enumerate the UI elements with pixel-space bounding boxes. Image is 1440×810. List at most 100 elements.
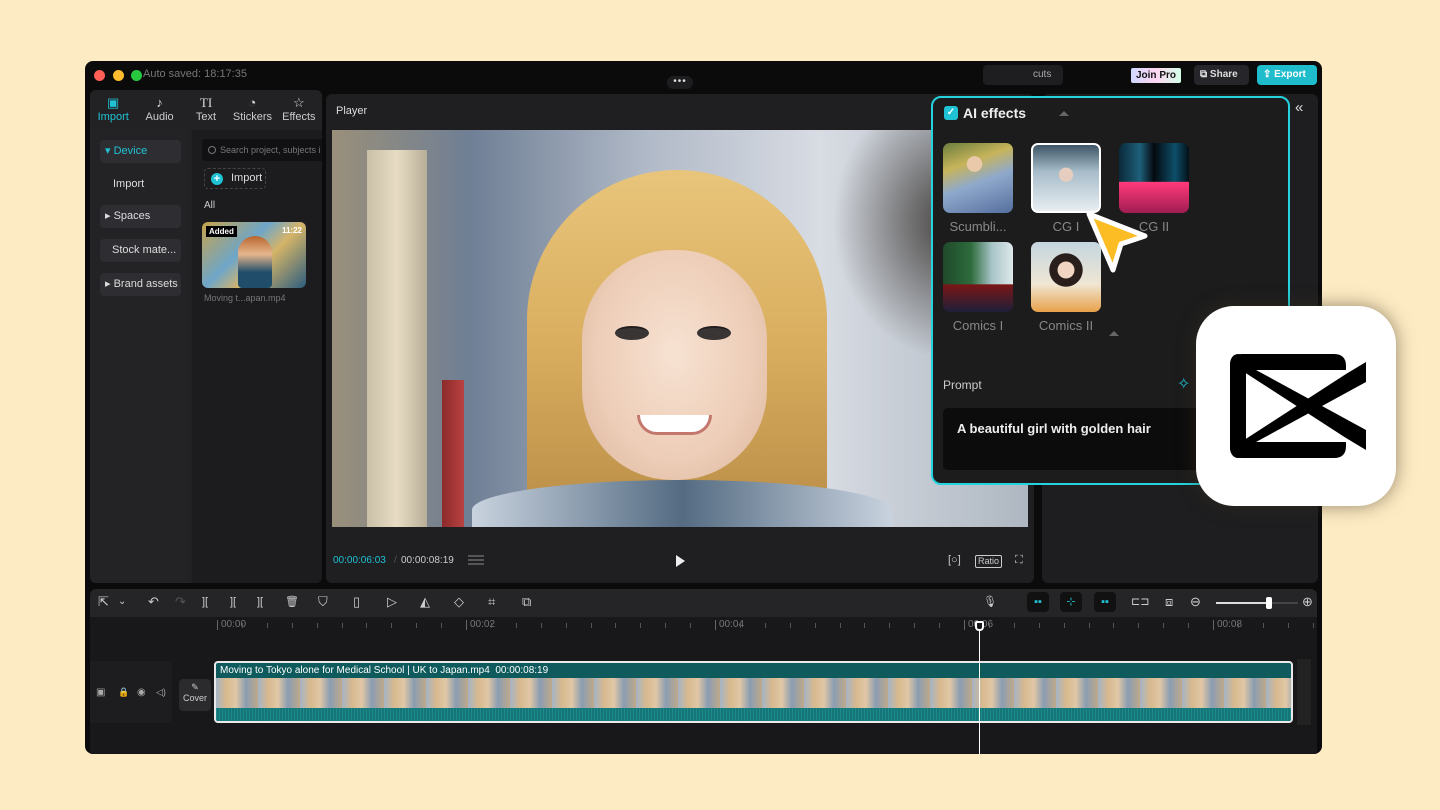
- split-icon[interactable]: ][: [202, 595, 208, 609]
- source-sidebar: ▾ Device Import ▸ Spaces Stock mate... ▸…: [90, 130, 187, 583]
- track-video-icon[interactable]: ▣: [96, 687, 105, 698]
- undo-icon[interactable]: ↶: [148, 595, 159, 609]
- select-dropdown-icon[interactable]: ⌄: [118, 595, 126, 609]
- playhead-handle[interactable]: [975, 621, 984, 631]
- mouse-pointer-icon: [1086, 211, 1148, 273]
- timeline-scroll-area[interactable]: [1297, 659, 1311, 725]
- microphone-icon[interactable]: 🎙: [983, 595, 997, 609]
- ruler-tick: [291, 623, 293, 628]
- split-preview-icon[interactable]: ⊏⊐: [1131, 595, 1149, 609]
- capcut-logo: [1196, 306, 1396, 506]
- zoom-in-icon[interactable]: ⊕: [1302, 595, 1313, 609]
- tab-import[interactable]: ▣ Import: [90, 90, 136, 128]
- redo-icon[interactable]: ↷: [175, 595, 186, 609]
- ruler-tick: [739, 623, 741, 628]
- video-clip[interactable]: Moving to Tokyo alone for Medical School…: [214, 661, 1293, 723]
- minimize-window-button[interactable]: [113, 70, 124, 81]
- play-button[interactable]: [676, 555, 685, 567]
- search-icon: [208, 146, 216, 154]
- ruler-tick: [366, 623, 368, 628]
- ratio-button[interactable]: Ratio: [975, 555, 1003, 568]
- tab-stickers[interactable]: ◔ Stickers: [229, 90, 275, 128]
- tab-effects[interactable]: ☆ Effects: [276, 90, 322, 128]
- sidebar-item-brand-assets[interactable]: ▸ Brand assets: [100, 273, 181, 296]
- close-window-button[interactable]: [94, 70, 105, 81]
- rotate-icon[interactable]: ◇: [454, 595, 464, 609]
- video-preview[interactable]: [332, 130, 1028, 527]
- preview-timeline-icon[interactable]: ⧈: [1165, 595, 1173, 609]
- sidebar-item-spaces[interactable]: ▸ Spaces: [100, 205, 181, 228]
- search-placeholder: Search project, subjects i: [220, 145, 321, 155]
- ruler-tick: [914, 623, 916, 628]
- tab-label: Stickers: [232, 111, 272, 123]
- collapse-caret-icon[interactable]: [1059, 111, 1069, 116]
- subject-right-eye: [697, 326, 731, 340]
- auto-snap-icon[interactable]: ⊹: [1060, 592, 1082, 612]
- more-options-button[interactable]: •••: [667, 76, 693, 89]
- ai-effects-title: AI effects: [963, 105, 1027, 121]
- ai-effects-header[interactable]: ✓ AI effects: [944, 105, 1026, 121]
- tab-audio[interactable]: ♪ Audio: [136, 90, 182, 128]
- sparkle-ai-icon[interactable]: ✧: [1177, 374, 1190, 394]
- maximize-window-button[interactable]: [131, 70, 142, 81]
- fullscreen-icon[interactable]: ⛶: [1015, 554, 1023, 567]
- effect-label: Comics I: [952, 318, 1004, 333]
- linkage-icon[interactable]: ▪▪: [1094, 592, 1116, 612]
- effect-scumbling[interactable]: Scumbli...: [943, 143, 1013, 234]
- ruler-tick: [839, 623, 841, 628]
- freeze-icon[interactable]: ▯: [353, 595, 360, 609]
- timeline-zoom-slider[interactable]: [1216, 597, 1298, 609]
- select-tool-icon[interactable]: ⇱: [98, 595, 109, 609]
- ai-effects-checkbox[interactable]: ✓: [944, 106, 958, 120]
- tab-label: Audio: [145, 111, 174, 123]
- plus-icon: +: [211, 173, 223, 185]
- edit-pencil-icon: ✎: [191, 682, 199, 692]
- main-track-magnet-icon[interactable]: ▪▪: [1027, 592, 1049, 612]
- timecode-grid-icon[interactable]: [468, 555, 484, 567]
- track-header: ▣ 🔒 ◉ ◁): [90, 661, 172, 723]
- search-input[interactable]: Search project, subjects i: [202, 139, 322, 161]
- tab-text[interactable]: TI Text: [183, 90, 229, 128]
- export-label: Export: [1274, 69, 1306, 80]
- cover-label: Cover: [182, 693, 207, 703]
- zoom-out-icon[interactable]: ⊖: [1190, 595, 1201, 609]
- sidebar-item-stock-materials[interactable]: Stock mate...: [100, 239, 181, 262]
- speed-icon[interactable]: ▷: [387, 595, 397, 609]
- crop-icon[interactable]: ⌗: [488, 595, 495, 609]
- delete-icon[interactable]: 🗑: [285, 595, 299, 609]
- ruler-tick: [1163, 623, 1165, 628]
- sidebar-item-device[interactable]: ▾ Device: [100, 140, 181, 163]
- export-button[interactable]: ⇪ Export: [1257, 65, 1317, 85]
- split-left-icon[interactable]: ][: [230, 595, 236, 609]
- cover-button[interactable]: ✎ Cover: [179, 679, 211, 711]
- collapse-effects-caret-icon[interactable]: [1109, 331, 1119, 336]
- ruler-tick: [590, 623, 592, 628]
- marker-icon[interactable]: ⛉: [318, 595, 328, 609]
- collapse-panel-icon[interactable]: «: [1295, 99, 1303, 116]
- remove-background-icon[interactable]: ⧉: [522, 595, 531, 609]
- media-thumbnail[interactable]: Added 11:22: [202, 222, 306, 288]
- background-red-pole: [442, 380, 464, 527]
- visibility-eye-icon[interactable]: ◉: [137, 687, 146, 698]
- ruler-tick: [1188, 623, 1190, 628]
- sidebar-item-import[interactable]: Import: [100, 173, 181, 196]
- player-title: Player: [336, 105, 368, 117]
- split-right-icon[interactable]: ][: [257, 595, 263, 609]
- audio-volume-icon[interactable]: ◁): [156, 687, 166, 698]
- zoom-preview-icon[interactable]: [○]: [948, 554, 961, 566]
- tab-label: Text: [195, 111, 217, 123]
- zoom-slider-knob[interactable]: [1266, 597, 1273, 609]
- time-ruler[interactable]: 00:0000:0200:0400:0600:08: [90, 617, 1317, 639]
- ruler-tick: [1013, 623, 1015, 628]
- share-button[interactable]: ⧉ Share: [1194, 65, 1249, 85]
- lock-icon[interactable]: 🔒: [118, 687, 129, 698]
- clip-duration: 00:00:08:19: [495, 665, 549, 676]
- mirror-icon[interactable]: ◭: [420, 595, 430, 609]
- text-icon: TI: [199, 95, 213, 110]
- shortcuts-button[interactable]: cuts: [983, 65, 1063, 85]
- import-button[interactable]: + Import: [204, 168, 266, 189]
- effect-comics-i[interactable]: Comics I: [943, 242, 1013, 333]
- ruler-tick: [889, 623, 891, 628]
- playhead[interactable]: [975, 621, 984, 754]
- join-pro-button[interactable]: Join Pro: [1131, 68, 1181, 83]
